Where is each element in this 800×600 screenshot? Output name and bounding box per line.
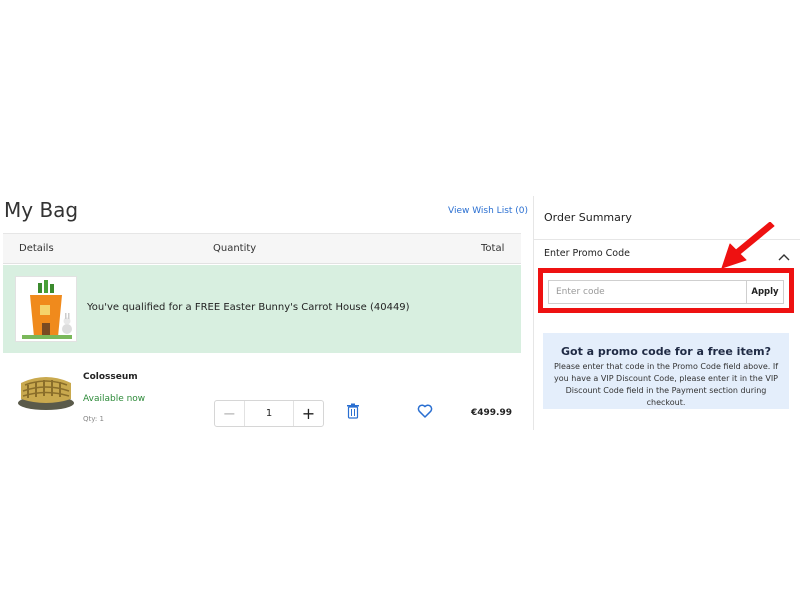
- free-gift-banner: You've qualified for a FREE Easter Bunny…: [3, 265, 521, 353]
- quantity-value[interactable]: 1: [245, 401, 293, 426]
- item-qty-label: Qty: 1: [83, 415, 104, 423]
- view-wishlist-link[interactable]: View Wish List (0): [448, 206, 528, 216]
- red-arrow-icon: [718, 221, 778, 270]
- promo-code-header[interactable]: Enter Promo Code: [544, 248, 630, 259]
- availability-status: Available now: [83, 394, 146, 404]
- decrease-quantity-button[interactable]: −: [215, 401, 245, 426]
- quantity-stepper: − 1 +: [214, 400, 324, 427]
- promo-code-input[interactable]: [548, 280, 746, 304]
- item-name[interactable]: Colosseum: [83, 372, 138, 382]
- free-gift-message: You've qualified for a FREE Easter Bunny…: [87, 302, 410, 313]
- header-total: Total: [481, 243, 505, 254]
- info-title: Got a promo code for a free item?: [560, 345, 771, 358]
- trash-icon[interactable]: [346, 403, 360, 419]
- header-quantity: Quantity: [213, 243, 257, 254]
- heart-icon[interactable]: [417, 403, 433, 419]
- item-price: €499.99: [471, 408, 512, 418]
- order-summary-title: Order Summary: [544, 211, 632, 224]
- apply-button[interactable]: Apply: [746, 280, 784, 304]
- cart-table-header: Details Quantity Total: [3, 233, 521, 264]
- info-text: Please enter that code in the Promo Code…: [553, 362, 779, 407]
- cart-item-row: Colosseum Available now Qty: 1 − 1 + €49…: [3, 355, 521, 435]
- chevron-up-icon[interactable]: [777, 247, 791, 261]
- increase-quantity-button[interactable]: +: [293, 401, 323, 426]
- carrot-house-image: [15, 276, 77, 342]
- page-title: My Bag: [4, 198, 79, 222]
- header-details: Details: [19, 243, 54, 254]
- colosseum-image: [15, 365, 77, 413]
- free-item-info-box: Got a promo code for a free item? Please…: [543, 333, 789, 409]
